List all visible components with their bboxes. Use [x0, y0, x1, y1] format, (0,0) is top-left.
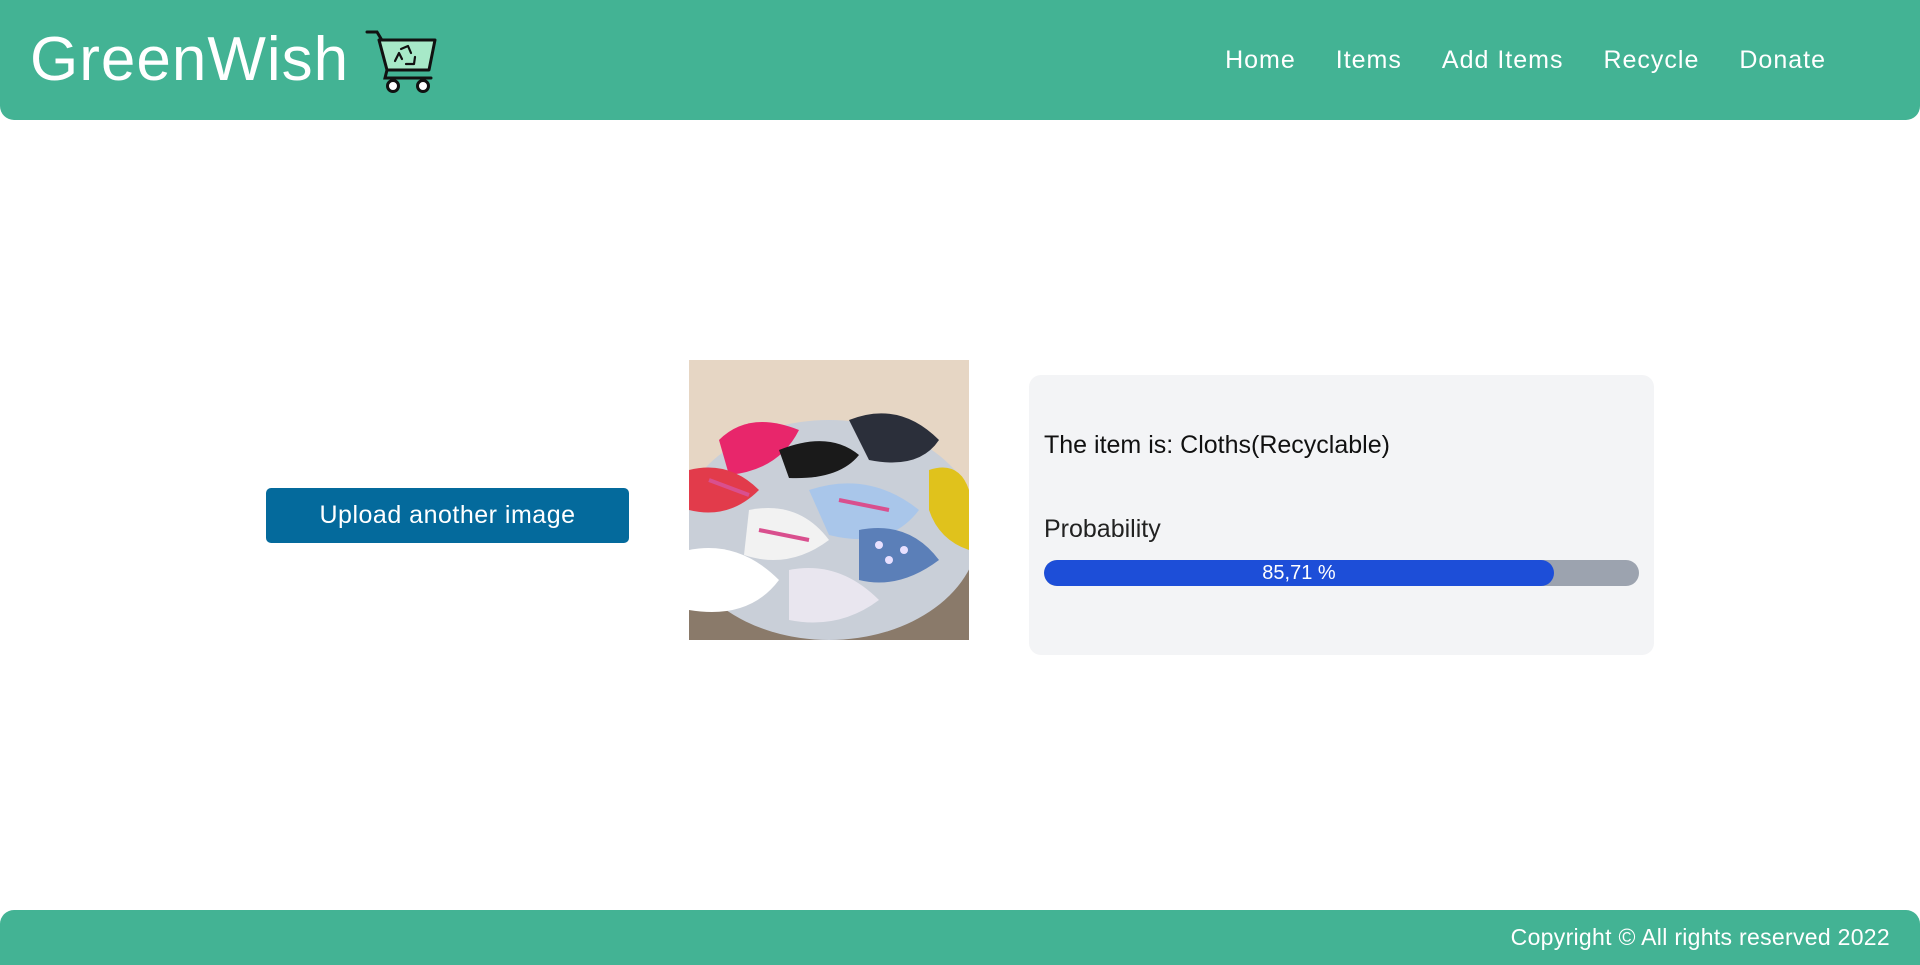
page: GreenWish Home Items Add Items Recycle D… — [0, 0, 1920, 965]
upload-another-image-button[interactable]: Upload another image — [266, 488, 629, 543]
nav-items[interactable]: Items — [1336, 46, 1402, 75]
nav-donate[interactable]: Donate — [1739, 46, 1826, 75]
probability-label: Probability — [1044, 515, 1161, 543]
shopping-cart-recycle-icon — [365, 30, 437, 93]
prediction-result-card: The item is: Cloths(Recyclable) Probabil… — [1029, 375, 1654, 655]
main-nav: Home Items Add Items Recycle Donate — [1225, 0, 1826, 120]
brand[interactable]: GreenWish — [30, 22, 439, 98]
nav-recycle[interactable]: Recycle — [1603, 46, 1699, 75]
footer: Copyright © All rights reserved 2022 — [0, 910, 1920, 965]
uploaded-item-image — [689, 360, 969, 640]
top-navbar: GreenWish Home Items Add Items Recycle D… — [0, 0, 1920, 120]
probability-value: 85,71 % — [1262, 561, 1336, 584]
probability-bar: 85,71 % — [1044, 560, 1639, 586]
prediction-label: The item is: Cloths(Recyclable) — [1044, 431, 1390, 459]
probability-bar-fill: 85,71 % — [1044, 560, 1554, 586]
nav-add-items[interactable]: Add Items — [1442, 46, 1564, 75]
copyright-text: Copyright © All rights reserved 2022 — [1510, 924, 1890, 950]
nav-home[interactable]: Home — [1225, 46, 1296, 75]
brand-name: GreenWish — [30, 25, 350, 94]
clothes-pile-image — [689, 360, 969, 640]
